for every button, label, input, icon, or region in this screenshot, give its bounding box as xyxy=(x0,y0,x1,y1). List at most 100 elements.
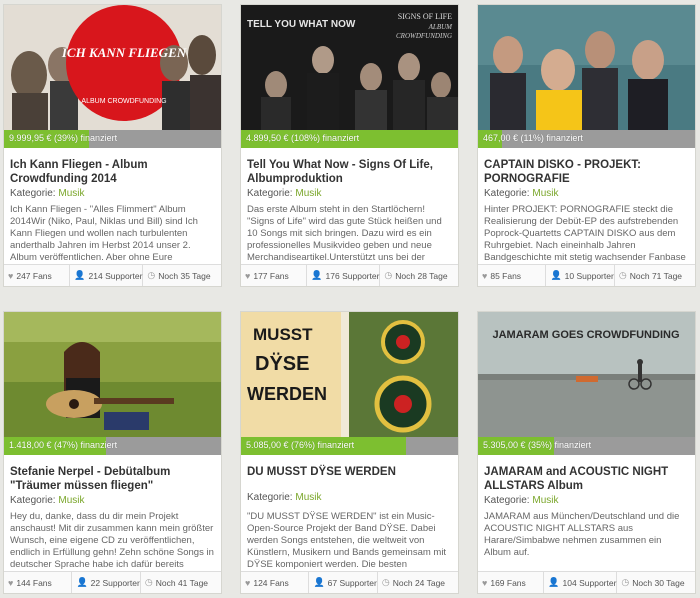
project-title[interactable]: CAPTAIN DISKO - PROJEKT: PORNOGRAFIE xyxy=(484,158,690,186)
heart-icon: ♥ xyxy=(482,270,488,281)
category-label: Kategorie: xyxy=(247,492,293,503)
supporter-text: 214 Supporter xyxy=(88,270,143,281)
project-stats: ♥ 124 Fans 👤 67 Supporter ◷ Noch 24 Tage xyxy=(241,571,458,593)
project-image[interactable]: TELL YOU WHAT NOW SIGNS OF LIFE ALBUM CR… xyxy=(241,5,458,130)
funding-progress-text: 9.999,95 € (39%) finanziert xyxy=(9,133,118,143)
project-card[interactable]: ICH KANN FLIEGEN ALBUM CROWDFUNDING 9.99… xyxy=(3,4,222,287)
clock-icon: ◷ xyxy=(144,577,153,587)
image-album-text: SIGNS OF LIFE xyxy=(398,12,452,21)
project-card[interactable]: JAMARAM GOES CROWDFUNDING 5.305,00 € (35… xyxy=(477,311,696,594)
supporter-text: 22 Supporter xyxy=(90,577,140,588)
supporter-count: 👤 22 Supporter xyxy=(72,572,141,593)
funding-progress-text: 1.418,00 € (47%) finanziert xyxy=(9,440,118,450)
days-remaining: ◷ Noch 35 Tage xyxy=(143,265,221,286)
project-image[interactable] xyxy=(4,312,221,437)
supporter-text: 10 Supporter xyxy=(564,270,614,281)
user-icon: 👤 xyxy=(76,577,88,587)
fans-count: ♥ 169 Fans xyxy=(478,572,545,593)
days-remaining: ◷ Noch 24 Tage xyxy=(378,572,458,593)
project-title[interactable]: DU MUSST DŸSE WERDEN xyxy=(247,465,453,479)
fans-count: ♥ 247 Fans xyxy=(4,265,71,286)
category-label: Kategorie: xyxy=(10,495,56,506)
project-description: Hey du, danke, dass du dir mein Projekt … xyxy=(10,511,214,570)
clock-icon: ◷ xyxy=(147,270,156,280)
fans-text: 85 Fans xyxy=(490,270,522,281)
project-stats: ♥ 177 Fans 👤 176 Supporter ◷ Noch 28 Tage xyxy=(241,264,458,286)
days-text: Noch 28 Tage xyxy=(395,270,448,281)
heart-icon: ♥ xyxy=(8,577,14,588)
image-line1: MUSST xyxy=(253,325,313,344)
funding-progress-bar: 1.418,00 € (47%) finanziert xyxy=(4,437,221,455)
project-description: JAMARAM aus München/Deutschland und die … xyxy=(484,511,680,558)
supporter-count: 👤 67 Supporter xyxy=(309,572,378,593)
days-remaining: ◷ Noch 28 Tage xyxy=(380,265,458,286)
heart-icon: ♥ xyxy=(482,577,488,588)
supporter-count: 👤 104 Supporter xyxy=(544,572,618,593)
user-icon: 👤 xyxy=(313,577,325,587)
project-category: Kategorie: Musik xyxy=(247,492,322,503)
user-icon: 👤 xyxy=(74,270,86,280)
supporter-text: 104 Supporter xyxy=(562,577,617,588)
project-description: Das erste Album steht in den Startlöcher… xyxy=(247,204,442,263)
project-image[interactable]: MUSST DŸSE WERDEN xyxy=(241,312,458,437)
category-link[interactable]: Musik xyxy=(532,188,558,199)
funding-progress-bar: 5.305,00 € (35%) finanziert xyxy=(478,437,695,455)
supporter-text: 67 Supporter xyxy=(327,577,377,588)
category-link[interactable]: Musik xyxy=(58,495,84,506)
project-title[interactable]: JAMARAM and ACOUSTIC NIGHT ALLSTARS Albu… xyxy=(484,465,690,493)
category-link[interactable]: Musik xyxy=(295,492,321,503)
project-card[interactable]: MUSST DŸSE WERDEN 5.085,00 € (76%) finan… xyxy=(240,311,459,594)
category-label: Kategorie: xyxy=(10,188,56,199)
user-icon: 👤 xyxy=(550,270,562,280)
days-text: Noch 30 Tage xyxy=(632,577,685,588)
project-card[interactable]: TELL YOU WHAT NOW SIGNS OF LIFE ALBUM CR… xyxy=(240,4,459,287)
days-text: Noch 41 Tage xyxy=(155,577,209,588)
project-card[interactable]: 1.418,00 € (47%) finanziert Stefanie Ner… xyxy=(3,311,222,594)
days-remaining: ◷ Noch 41 Tage xyxy=(141,572,221,593)
days-remaining: ◷ Noch 71 Tage xyxy=(615,265,695,286)
image-line3: WERDEN xyxy=(247,384,327,404)
heart-icon: ♥ xyxy=(8,270,14,281)
image-logo-text: ICH KANN FLIEGEN xyxy=(61,45,187,60)
project-stats: ♥ 144 Fans 👤 22 Supporter ◷ Noch 41 Tage xyxy=(4,571,221,593)
project-image[interactable]: ICH KANN FLIEGEN ALBUM CROWDFUNDING xyxy=(4,5,221,130)
fans-count: ♥ 85 Fans xyxy=(478,265,547,286)
fans-text: 247 Fans xyxy=(16,270,52,281)
category-link[interactable]: Musik xyxy=(295,188,321,199)
category-link[interactable]: Musik xyxy=(58,188,84,199)
clock-icon: ◷ xyxy=(618,270,627,280)
fans-text: 169 Fans xyxy=(490,577,526,588)
category-link[interactable]: Musik xyxy=(532,495,558,506)
image-album-sub: ALBUM xyxy=(428,23,454,31)
category-label: Kategorie: xyxy=(484,495,530,506)
project-title[interactable]: Tell You What Now - Signs Of Life, Album… xyxy=(247,158,453,186)
user-icon: 👤 xyxy=(311,270,323,280)
project-image[interactable]: JAMARAM GOES CROWDFUNDING xyxy=(478,312,695,437)
supporter-count: 👤 214 Supporter xyxy=(70,265,144,286)
funding-progress-bar: 467,00 € (11%) finanziert xyxy=(478,130,695,148)
fans-text: 177 Fans xyxy=(253,270,289,281)
clock-icon: ◷ xyxy=(384,270,393,280)
category-label: Kategorie: xyxy=(484,188,530,199)
fans-count: ♥ 144 Fans xyxy=(4,572,73,593)
project-image[interactable] xyxy=(478,5,695,130)
funding-progress-text: 5.085,00 € (76%) finanziert xyxy=(246,440,355,450)
clock-icon: ◷ xyxy=(381,577,390,587)
days-remaining: ◷ Noch 30 Tage xyxy=(617,572,695,593)
fans-count: ♥ 124 Fans xyxy=(241,572,310,593)
clock-icon: ◷ xyxy=(621,577,630,587)
heart-icon: ♥ xyxy=(245,270,251,281)
supporter-count: 👤 10 Supporter xyxy=(546,265,615,286)
project-title[interactable]: Ich Kann Fliegen - Album Crowdfunding 20… xyxy=(10,158,216,186)
funding-progress-bar: 9.999,95 € (39%) finanziert xyxy=(4,130,221,148)
days-text: Noch 71 Tage xyxy=(629,270,683,281)
image-heading: JAMARAM GOES CROWDFUNDING xyxy=(493,329,680,341)
project-card[interactable]: 467,00 € (11%) finanziert CAPTAIN DISKO … xyxy=(477,4,696,287)
image-band-text: TELL YOU WHAT NOW xyxy=(247,19,356,30)
category-label: Kategorie: xyxy=(247,188,293,199)
project-description: Ich Kann Fliegen - "Alles Flimmert" Albu… xyxy=(10,204,198,263)
fans-text: 124 Fans xyxy=(253,577,289,588)
days-text: Noch 35 Tage xyxy=(158,270,211,281)
project-title[interactable]: Stefanie Nerpel - Debütalbum "Träumer mü… xyxy=(10,465,216,493)
project-category: Kategorie: Musik xyxy=(484,188,559,199)
